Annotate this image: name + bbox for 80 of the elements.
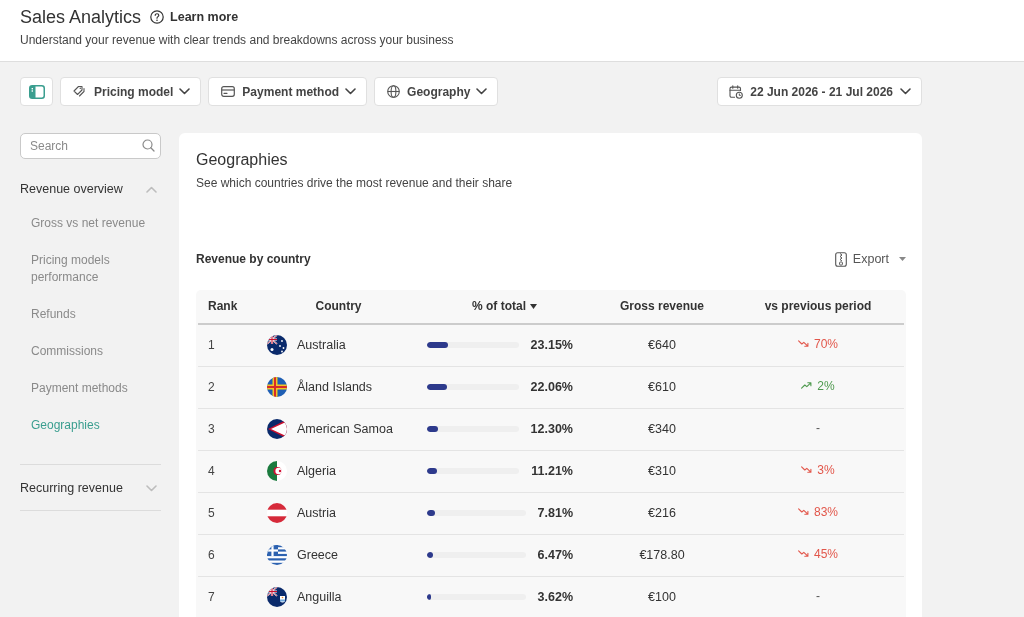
- table-cell-text: Greece: [297, 546, 338, 564]
- table-cell-text: 7: [207, 589, 216, 607]
- sidebar-section-header[interactable]: Revenue overview: [20, 180, 123, 198]
- table-cell-text: 6: [207, 547, 216, 565]
- column-header[interactable]: Rank: [198, 297, 260, 316]
- flag-icon: [267, 545, 287, 566]
- sidebar-section-header[interactable]: Recurring revenue: [20, 479, 123, 497]
- flag-icon: [267, 377, 287, 398]
- table-cell-text: 6.47%: [537, 546, 573, 564]
- zip-file-icon: [834, 251, 847, 267]
- tag-icon: [73, 85, 87, 98]
- chevron-down-icon: [345, 88, 357, 95]
- table-cell-text: 3%: [817, 461, 835, 479]
- table-cell-text: 7.81%: [537, 504, 573, 522]
- chevron-down-icon: [476, 88, 488, 95]
- table-cell-text: 3.62%: [537, 588, 573, 606]
- trend-down-icon: [798, 550, 809, 558]
- filter-dropdown[interactable]: Pricing model: [60, 77, 202, 106]
- table-cell-text: €640: [647, 336, 677, 354]
- table-cell-text: 83%: [814, 503, 838, 521]
- table-cell-text: 5: [207, 505, 216, 523]
- chevron-down-icon: [900, 88, 911, 95]
- column-header[interactable]: Gross revenue: [592, 297, 732, 316]
- trend-down-icon: [801, 466, 813, 474]
- flag-icon: [267, 587, 287, 608]
- table-cell-text: 3: [207, 421, 216, 439]
- trend-down-icon: [798, 340, 809, 348]
- credit-card-icon: [221, 86, 236, 97]
- section-subtitle: See which countries drive the most revenue and their share: [196, 175, 513, 191]
- column-header[interactable]: Country: [260, 297, 417, 316]
- table-cell-text: 11.21%: [531, 462, 573, 480]
- filter-dropdown[interactable]: Payment method: [208, 77, 368, 106]
- table-cell-text: Algeria: [297, 462, 336, 480]
- table-cell-text: 22.06%: [530, 378, 573, 396]
- table-cell-text: 1: [207, 337, 216, 355]
- search-icon: [142, 139, 155, 152]
- table-cell-text: 2%: [817, 377, 835, 395]
- flag-icon: [267, 503, 287, 524]
- table-cell-text: 12.30%: [530, 420, 573, 438]
- caret-down-icon: [899, 257, 906, 262]
- table-cell-text: €216: [647, 504, 677, 522]
- table-cell-text: €100: [647, 588, 677, 606]
- table-cell-text: 45%: [814, 545, 838, 563]
- sidebar-toggle-button[interactable]: [20, 77, 53, 106]
- table-cell-text: 23.15%: [530, 336, 573, 354]
- table-cell-text: Åland Islands: [297, 378, 373, 396]
- export-button[interactable]: Export: [834, 250, 906, 269]
- flag-icon: [267, 335, 287, 356]
- table-cell-text: Austria: [297, 504, 336, 522]
- table-cell-text: Australia: [297, 336, 346, 354]
- column-header[interactable]: % of total: [417, 297, 592, 316]
- calendar-clock-icon: [729, 84, 744, 99]
- chevron-down-icon: [179, 88, 191, 95]
- flag-icon: [267, 461, 287, 482]
- page-subtitle: Understand your revenue with clear trends and breakdowns across your business: [20, 32, 454, 48]
- date-range-picker[interactable]: 22 Jun 2026 - 21 Jul 2026: [717, 77, 922, 106]
- table-cell-text: €310: [647, 462, 677, 480]
- filter-dropdown[interactable]: Geography: [374, 77, 499, 106]
- table-cell-text: 4: [207, 463, 216, 481]
- page-title: Sales Analytics: [20, 6, 142, 28]
- trend-down-icon: [798, 508, 809, 516]
- table-cell-text: €340: [647, 420, 677, 438]
- flag-icon: [267, 419, 287, 440]
- section-title: Geographies: [196, 150, 288, 170]
- trend-up-icon: [801, 382, 813, 390]
- sidebar-panel-icon: [28, 84, 45, 99]
- search-field[interactable]: Search: [20, 133, 161, 159]
- table-title: Revenue by country: [196, 251, 311, 268]
- globe-icon: [387, 85, 401, 98]
- table-cell-text: Anguilla: [297, 588, 342, 606]
- table-cell-text: €610: [647, 378, 677, 396]
- table-cell-text: 70%: [814, 335, 838, 353]
- table-cell-text: €178.80: [638, 546, 686, 564]
- table-cell-text: American Samoa: [297, 420, 393, 438]
- table-cell-text: 2: [207, 379, 216, 397]
- column-header[interactable]: vs previous period: [732, 297, 904, 316]
- help-icon: [150, 10, 165, 24]
- learn-more-link[interactable]: Learn more: [150, 7, 239, 27]
- table-cell-text: -: [816, 587, 820, 605]
- table-cell-text: -: [816, 419, 820, 437]
